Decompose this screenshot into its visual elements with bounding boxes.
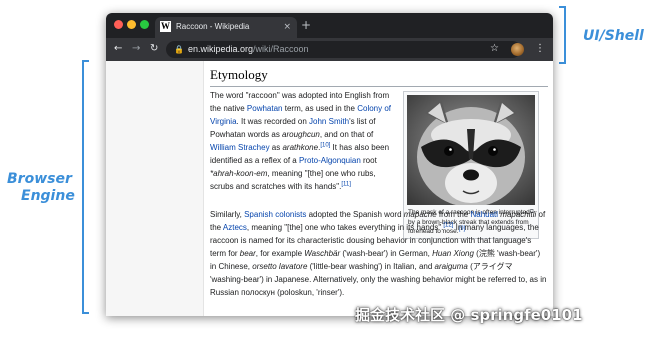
citation-10[interactable]: [10] (320, 142, 330, 148)
browser-engine-bracket (82, 60, 89, 314)
forward-icon[interactable]: → (132, 42, 140, 56)
url-host: en.wikipedia.org (188, 44, 254, 54)
tab-raccoon-wikipedia[interactable]: W Raccoon - Wikipedia × (155, 17, 297, 38)
text-run: ('little-bear washing') in Italian, and (307, 262, 435, 271)
tab-close-icon[interactable]: × (283, 20, 291, 34)
link-proto-algonquian[interactable]: Proto-Algonquian (299, 156, 361, 165)
italic-word: araiguma (434, 262, 468, 271)
close-window-button[interactable] (114, 20, 123, 29)
text-run: term, as used in the (282, 104, 358, 113)
ui-shell-bracket (559, 6, 566, 64)
browser-engine-label-line2: Engine (21, 188, 75, 204)
text-run: ('wash-bear') in German, (340, 249, 433, 258)
profile-avatar[interactable] (511, 43, 524, 56)
text-run: root (360, 156, 377, 165)
italic-word: Huan Xiong (432, 249, 474, 258)
link-powhatan[interactable]: Powhatan (247, 104, 283, 113)
tab-title: Raccoon - Wikipedia (176, 22, 250, 31)
link-nahuatl[interactable]: Nahuatl (470, 210, 498, 219)
italic-word: bear (239, 249, 256, 258)
citation-11[interactable]: [11] (341, 181, 351, 187)
text-run: . It was recorded on (236, 117, 310, 126)
text-run: , and on that of (319, 130, 374, 139)
text-run: from the (436, 210, 471, 219)
paragraph-2: Similarly, Spanish colonists adopted the… (210, 208, 548, 299)
new-tab-icon[interactable]: + (301, 18, 311, 32)
italic-word: arathkone (282, 143, 319, 152)
toolbar: ← → ↻ 🔒 en.wikipedia.org/wiki/Raccoon ☆ … (106, 38, 553, 61)
italic-word: aroughcun (282, 130, 320, 139)
maximize-window-button[interactable] (140, 20, 149, 29)
article-body: Etymology The word "raccoon" was adopted… (210, 61, 550, 316)
citation-12[interactable]: [12] (443, 222, 453, 228)
page-viewport: Etymology The word "raccoon" was adopted… (106, 61, 553, 316)
url-text[interactable]: en.wikipedia.org/wiki/Raccoon (188, 43, 309, 56)
bookmark-star-icon[interactable]: ☆ (490, 42, 499, 56)
italic-word: *ahrah-koon-em (210, 169, 268, 178)
italic-word: mapachitli (500, 210, 537, 219)
wikipedia-sidebar (106, 61, 204, 316)
section-heading-etymology: Etymology (210, 66, 548, 87)
text-run: Similarly, (210, 210, 245, 219)
wikipedia-favicon-icon: W (160, 21, 171, 32)
url-path: /wiki/Raccoon (253, 44, 309, 54)
titlebar: W Raccoon - Wikipedia × + (106, 13, 553, 38)
browser-window: W Raccoon - Wikipedia × + ← → ↻ 🔒 en.wik… (106, 13, 553, 316)
link-john-smith[interactable]: John Smith (309, 117, 349, 126)
raccoon-image[interactable] (407, 95, 535, 205)
watermark: 掘金技术社区 @ springfe0101 (355, 306, 583, 324)
back-icon[interactable]: ← (114, 42, 122, 56)
text-run: adopted the Spanish word (306, 210, 404, 219)
ui-shell-label: UI/Shell (583, 28, 644, 44)
italic-word: orsetto lavatore (252, 262, 308, 271)
paragraph-1: The word "raccoon" was adopted into Engl… (210, 89, 400, 193)
link-spanish-colonists[interactable]: Spanish colonists (244, 210, 306, 219)
link-william-strachey[interactable]: William Strachey (210, 143, 270, 152)
text-run: , meaning "[the] one who takes everythin… (246, 223, 444, 232)
italic-word: mapache (403, 210, 437, 219)
lock-icon[interactable]: 🔒 (174, 43, 184, 56)
menu-kebab-icon[interactable]: ⋮ (535, 42, 545, 56)
text-run: , for example (255, 249, 305, 258)
reload-icon[interactable]: ↻ (150, 42, 158, 56)
address-bar[interactable]: 🔒 en.wikipedia.org/wiki/Raccoon (166, 41, 521, 58)
minimize-window-button[interactable] (127, 20, 136, 29)
italic-word: Waschbär (304, 249, 341, 258)
link-aztecs[interactable]: Aztecs (223, 223, 247, 232)
text-run: as (269, 143, 283, 152)
